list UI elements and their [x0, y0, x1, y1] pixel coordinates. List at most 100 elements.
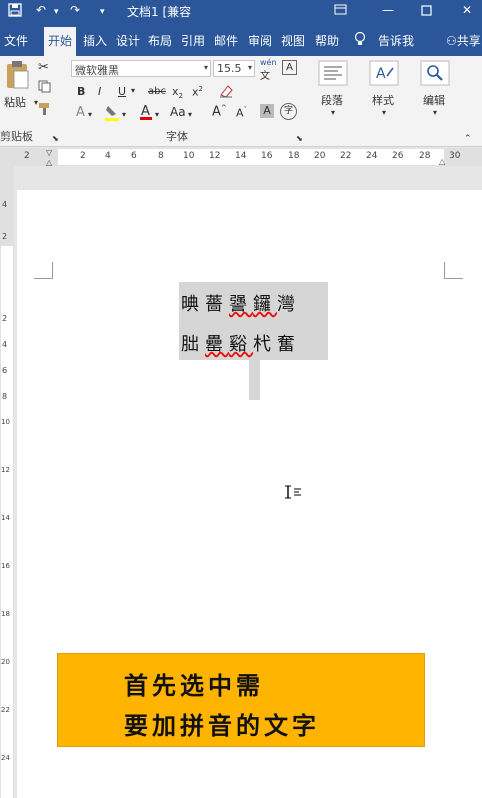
ruler-number: 26: [392, 151, 404, 161]
tab-view[interactable]: 视图: [281, 32, 305, 49]
vruler-number: 24: [1, 754, 10, 762]
character-shading-icon[interactable]: A: [260, 104, 274, 118]
first-line-indent-marker-icon[interactable]: ▽: [46, 148, 52, 157]
strikethrough-icon[interactable]: abc: [148, 86, 166, 97]
paragraph-label: 段落: [321, 94, 343, 107]
maximize-icon[interactable]: [421, 3, 432, 16]
document-line-1[interactable]: 晪薔謽鑼灣: [181, 290, 301, 316]
title-bar: ↶ ▾ ↷ ▾ 文档1 [兼容 — ✕: [0, 0, 482, 24]
font-color-dropdown-icon[interactable]: ▾: [155, 110, 159, 119]
font-name-value: 微软雅黑: [75, 64, 119, 77]
editing-dropdown-icon[interactable]: ▾: [433, 108, 437, 117]
svg-text:A: A: [376, 66, 386, 82]
tab-layout[interactable]: 布局: [148, 32, 172, 49]
ruler-number: 4: [105, 151, 111, 161]
vruler-number: 14: [1, 514, 10, 522]
ruler-number: 20: [314, 151, 326, 161]
tab-review[interactable]: 审阅: [248, 32, 272, 49]
ribbon-home: 粘贴 ▾ ✂ 微软雅黑 ▾ 15.5 ▾ wén 文 A B I U ▾ abc …: [0, 56, 482, 147]
format-painter-icon[interactable]: [38, 102, 52, 116]
paragraph-button[interactable]: [318, 60, 348, 86]
share-button[interactable]: ⚇共享: [446, 32, 481, 49]
character-border-icon[interactable]: A: [282, 60, 297, 75]
paste-button[interactable]: [4, 60, 30, 90]
clear-formatting-icon[interactable]: [218, 83, 234, 99]
doc-char: 薔: [205, 294, 229, 315]
tutorial-caption-banner: 首先选中需 要加拼音的文字: [58, 654, 424, 746]
font-launcher-icon[interactable]: ⬊: [296, 134, 303, 143]
caption-line-1: 首先选中需: [124, 672, 264, 700]
doc-char: 謽: [229, 294, 253, 315]
tab-design[interactable]: 设计: [116, 32, 140, 49]
font-size-combobox[interactable]: 15.5 ▾: [213, 60, 255, 77]
highlight-icon[interactable]: [104, 104, 120, 122]
text-effects-icon[interactable]: A: [76, 105, 85, 120]
clipboard-group-label: 剪贴板: [0, 130, 33, 143]
enclose-characters-icon[interactable]: 字: [280, 103, 297, 120]
vruler-number: 2: [2, 232, 8, 241]
ruler-number: 6: [131, 151, 137, 161]
vruler-number: 4: [2, 200, 8, 209]
vruler-number: 12: [1, 466, 10, 474]
doc-char: 谿: [229, 334, 253, 355]
highlight-dropdown-icon[interactable]: ▾: [122, 110, 126, 119]
copy-icon[interactable]: [38, 80, 51, 93]
redo-icon[interactable]: ↷: [70, 3, 80, 17]
font-color-icon[interactable]: A: [139, 103, 153, 121]
phonetic-guide-button[interactable]: wén 文: [260, 58, 277, 82]
customize-qat-icon[interactable]: ▾: [100, 7, 105, 17]
tab-help[interactable]: 帮助: [315, 32, 339, 49]
font-group-label: 字体: [166, 130, 188, 143]
styles-button[interactable]: A: [369, 60, 399, 86]
collapse-ribbon-icon[interactable]: ⌃: [464, 134, 472, 144]
hanging-indent-marker-icon[interactable]: △: [46, 158, 52, 167]
margin-corner-top-right: [444, 262, 463, 279]
superscript-icon[interactable]: x2: [192, 85, 203, 99]
font-size-dropdown-icon: ▾: [247, 63, 252, 72]
vertical-ruler[interactable]: 4 2 2 4 6 8 10 12 14 16 18 20 22 24: [0, 166, 14, 798]
grow-font-icon[interactable]: A^: [212, 104, 227, 119]
italic-icon[interactable]: I: [98, 85, 101, 98]
change-case-dropdown-icon[interactable]: ▾: [188, 110, 192, 119]
horizontal-ruler[interactable]: 2 ▽ △ 2 4 6 8 10 12 14 16 18 20 22 24 26…: [0, 148, 482, 167]
vruler-number: 16: [1, 562, 10, 570]
save-icon[interactable]: [8, 3, 22, 17]
close-icon[interactable]: ✕: [462, 3, 472, 17]
editing-button[interactable]: [420, 60, 450, 86]
doc-char: 奮: [277, 334, 301, 355]
change-case-icon[interactable]: Aa: [170, 105, 186, 119]
paragraph-dropdown-icon[interactable]: ▾: [331, 108, 335, 117]
minimize-icon[interactable]: —: [382, 3, 394, 17]
empty-paragraph-selection: [249, 360, 260, 400]
undo-icon[interactable]: ↶: [36, 3, 46, 17]
document-line-2[interactable]: 朏罍谿杙奮: [181, 330, 301, 356]
tab-mailings[interactable]: 邮件: [214, 32, 238, 49]
tab-insert[interactable]: 插入: [83, 32, 107, 49]
bold-icon[interactable]: B: [77, 85, 85, 98]
ruler-number: 30: [449, 151, 461, 161]
subscript-icon[interactable]: x2: [172, 85, 183, 100]
tab-references[interactable]: 引用: [181, 32, 205, 49]
tab-home[interactable]: 开始: [44, 27, 77, 56]
tell-me-search[interactable]: 告诉我: [378, 32, 414, 49]
ruler-text-area: [58, 149, 444, 165]
doc-char: 朏: [181, 334, 205, 355]
mouse-cursor-icon: [284, 484, 304, 504]
clipboard-launcher-icon[interactable]: ⬊: [52, 134, 59, 143]
lightbulb-icon[interactable]: [354, 32, 366, 46]
vruler-number: 22: [1, 706, 10, 714]
text-effects-dropdown-icon[interactable]: ▾: [88, 110, 92, 119]
styles-dropdown-icon[interactable]: ▾: [382, 108, 386, 117]
underline-dropdown-icon[interactable]: ▾: [131, 86, 135, 95]
undo-dropdown-icon[interactable]: ▾: [54, 7, 59, 17]
shrink-font-icon[interactable]: Aˇ: [236, 106, 247, 120]
right-indent-marker-icon[interactable]: △: [439, 157, 445, 166]
styles-label: 样式: [372, 94, 394, 107]
underline-icon[interactable]: U: [118, 85, 126, 98]
ribbon-display-icon[interactable]: [334, 3, 347, 16]
ruler-number: 2: [80, 151, 86, 161]
document-title: 文档1 [兼容: [127, 5, 192, 19]
cut-icon[interactable]: ✂: [38, 60, 49, 75]
tab-file[interactable]: 文件: [4, 32, 28, 49]
font-name-combobox[interactable]: 微软雅黑 ▾: [71, 60, 211, 77]
